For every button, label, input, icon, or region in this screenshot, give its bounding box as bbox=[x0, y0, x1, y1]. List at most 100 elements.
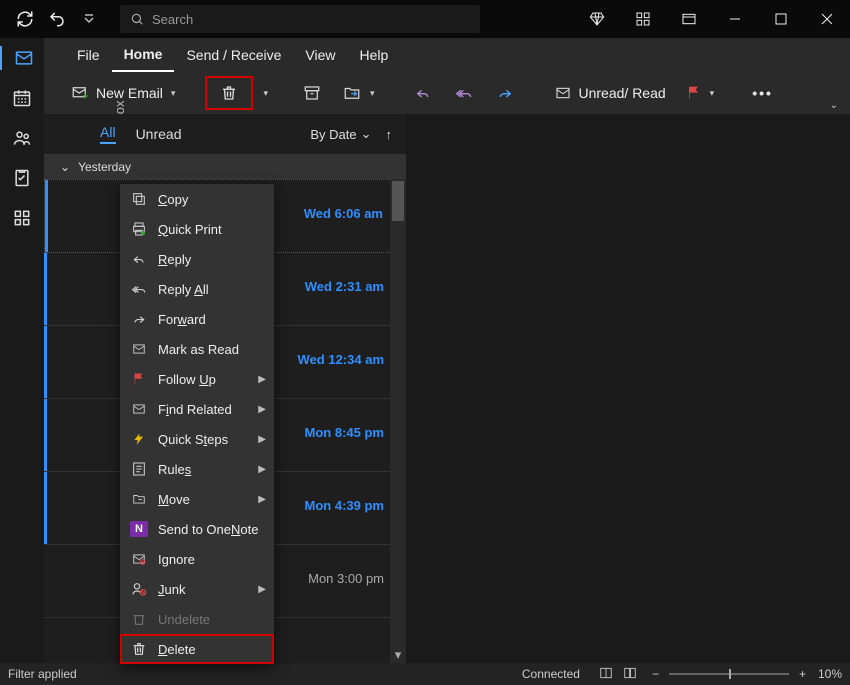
new-email-label: New Email bbox=[96, 85, 163, 101]
search-box[interactable]: Search bbox=[120, 5, 480, 33]
undo-icon[interactable] bbox=[42, 4, 72, 34]
ctx-onenote[interactable]: NSend to OneNote bbox=[120, 514, 274, 544]
group-header-yesterday[interactable]: ⌄ Yesterday bbox=[44, 155, 406, 179]
mail-nav-icon[interactable] bbox=[0, 46, 46, 70]
apps-nav-icon[interactable] bbox=[10, 206, 34, 230]
close-button[interactable] bbox=[804, 0, 850, 38]
archive-button[interactable] bbox=[294, 78, 330, 108]
ctx-label: Follow Up bbox=[158, 372, 216, 387]
ribbon: New Email ▾ ▾ ▾ Unread/ Read ▾ ••• ⌄ bbox=[0, 72, 850, 114]
ctx-forward[interactable]: Forward bbox=[120, 304, 274, 334]
delete-icon bbox=[130, 640, 148, 658]
ctx-label: Junk bbox=[158, 582, 185, 597]
ctx-mark-read[interactable]: Mark as Read bbox=[120, 334, 274, 364]
ctx-ignore[interactable]: Ignore bbox=[120, 544, 274, 574]
undelete-icon bbox=[130, 610, 148, 628]
ctx-label: Undelete bbox=[158, 612, 210, 627]
rules-icon bbox=[130, 460, 148, 478]
quick-steps-icon bbox=[130, 430, 148, 448]
ribbon-collapse-chevron[interactable]: ⌄ bbox=[830, 100, 838, 111]
copy-icon bbox=[130, 190, 148, 208]
reply-icon bbox=[130, 250, 148, 268]
qr-icon[interactable] bbox=[620, 0, 666, 38]
unread-indicator bbox=[44, 253, 47, 325]
submenu-arrow-icon: ▶ bbox=[258, 584, 266, 595]
ctx-label: Reply bbox=[158, 252, 191, 267]
scroll-thumb[interactable] bbox=[392, 181, 404, 221]
maximize-button[interactable] bbox=[758, 0, 804, 38]
follow-up-icon bbox=[130, 370, 148, 388]
sort-direction-icon[interactable]: ↑ bbox=[386, 127, 393, 142]
tabs-row: File Home Send / Receive View Help bbox=[0, 38, 850, 72]
tab-home[interactable]: Home bbox=[112, 38, 175, 72]
minimize-button[interactable] bbox=[712, 0, 758, 38]
tab-file[interactable]: File bbox=[65, 38, 112, 72]
reply-ribbon-button[interactable] bbox=[405, 78, 441, 108]
tasks-nav-icon[interactable] bbox=[10, 166, 34, 190]
reply-all-ribbon-button[interactable] bbox=[445, 78, 483, 108]
zoom-in-button[interactable]: + bbox=[799, 667, 806, 681]
forward-ribbon-button[interactable] bbox=[487, 78, 523, 108]
group-label: Yesterday bbox=[78, 160, 131, 174]
ctx-copy[interactable]: Copy bbox=[120, 184, 274, 214]
ctx-move[interactable]: Move ▶ bbox=[120, 484, 274, 514]
chevron-down-icon: ⌄ bbox=[60, 160, 70, 174]
ctx-label: Copy bbox=[158, 192, 188, 207]
window-layout-icon[interactable] bbox=[666, 0, 712, 38]
chevron-down-icon: ⌄ bbox=[361, 126, 372, 142]
zoom-out-button[interactable]: − bbox=[652, 667, 659, 681]
ctx-label: Send to OneNote bbox=[158, 522, 258, 537]
move-button[interactable]: ▾ bbox=[334, 78, 383, 108]
mark-read-icon bbox=[130, 340, 148, 358]
ctx-quick-steps[interactable]: Quick Steps▶ bbox=[120, 424, 274, 454]
diamond-icon[interactable] bbox=[574, 0, 620, 38]
ctx-rules[interactable]: Rules▶ bbox=[120, 454, 274, 484]
unread-read-button[interactable]: Unread/ Read bbox=[545, 78, 674, 108]
status-bar: Filter applied Connected − + 10% bbox=[0, 663, 850, 685]
tab-send-receive[interactable]: Send / Receive bbox=[174, 38, 293, 72]
view-normal-icon[interactable] bbox=[598, 666, 614, 683]
sort-button[interactable]: By Date bbox=[310, 127, 356, 142]
nav-strip bbox=[0, 38, 44, 663]
flag-button[interactable]: ▾ bbox=[678, 78, 723, 108]
submenu-arrow-icon: ▶ bbox=[258, 494, 266, 505]
customize-qat-icon[interactable] bbox=[74, 4, 104, 34]
flag-icon bbox=[686, 85, 702, 101]
ctx-follow-up[interactable]: Follow Up ▶ bbox=[120, 364, 274, 394]
quick-print-icon bbox=[130, 220, 148, 238]
ctx-label: Mark as Read bbox=[158, 342, 239, 357]
scrollbar[interactable]: ▴ ▾ bbox=[390, 179, 406, 663]
status-filter: Filter applied bbox=[8, 667, 77, 681]
ctx-label: Move bbox=[158, 492, 190, 507]
list-tab-all[interactable]: All bbox=[100, 124, 116, 144]
submenu-arrow-icon: ▶ bbox=[258, 374, 266, 385]
ctx-delete[interactable]: Delete bbox=[120, 634, 274, 664]
more-commands-button[interactable]: ••• bbox=[744, 78, 781, 108]
list-tab-unread[interactable]: Unread bbox=[136, 126, 182, 142]
calendar-nav-icon[interactable] bbox=[10, 86, 34, 110]
junk-icon bbox=[130, 580, 148, 598]
message-time: Mon 3:00 pm bbox=[308, 571, 384, 586]
ctx-junk[interactable]: Junk ▶ bbox=[120, 574, 274, 604]
message-time: Mon 8:45 pm bbox=[305, 425, 384, 440]
zoom-level: 10% bbox=[818, 667, 842, 681]
delete-dropdown[interactable]: ▾ bbox=[257, 78, 272, 108]
view-reading-icon[interactable] bbox=[622, 666, 638, 683]
ctx-find-related[interactable]: Find Related▶ bbox=[120, 394, 274, 424]
message-time: Mon 4:39 pm bbox=[305, 498, 384, 513]
submenu-arrow-icon: ▶ bbox=[258, 434, 266, 445]
reading-pane bbox=[406, 114, 850, 663]
unread-indicator bbox=[44, 326, 47, 398]
delete-ribbon-button[interactable] bbox=[205, 76, 253, 110]
scroll-down-icon[interactable]: ▾ bbox=[390, 647, 406, 663]
tab-help[interactable]: Help bbox=[348, 38, 401, 72]
zoom-slider[interactable] bbox=[669, 673, 789, 675]
tab-view[interactable]: View bbox=[293, 38, 347, 72]
people-nav-icon[interactable] bbox=[10, 126, 34, 150]
sync-icon[interactable] bbox=[10, 4, 40, 34]
ctx-reply[interactable]: Reply bbox=[120, 244, 274, 274]
reply-all-icon bbox=[130, 280, 148, 298]
ctx-quick-print[interactable]: Quick Print bbox=[120, 214, 274, 244]
ctx-reply-all[interactable]: Reply All bbox=[120, 274, 274, 304]
unread-indicator bbox=[45, 180, 48, 252]
